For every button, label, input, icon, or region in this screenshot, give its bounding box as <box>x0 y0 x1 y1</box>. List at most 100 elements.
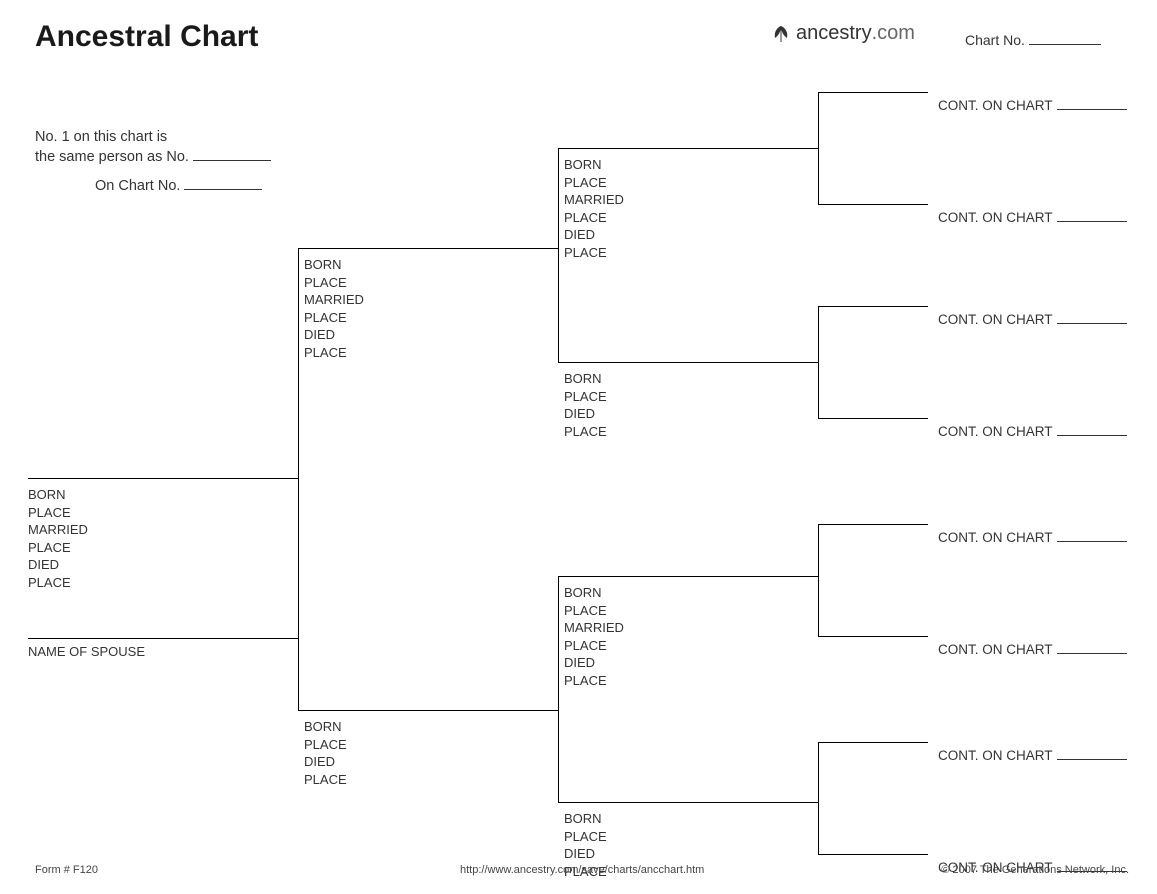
cont-blank[interactable] <box>1057 323 1127 324</box>
footer-form: Form # F120 <box>35 864 98 876</box>
cont-label: CONT. ON CHART <box>938 312 1053 327</box>
field-place: PLACE <box>564 244 624 262</box>
brand-logo: ancestry.com <box>770 22 915 45</box>
footer-copyright: © 2007 The Generations Network, Inc. <box>941 864 1129 876</box>
field-place: PLACE <box>304 771 347 789</box>
person5-fields: BORN PLACE DIED PLACE <box>564 370 607 440</box>
field-place: PLACE <box>304 309 364 327</box>
bracket-p4-top <box>818 92 928 93</box>
brand-text-2: .com <box>872 22 915 45</box>
field-place: PLACE <box>28 574 88 592</box>
cont-13: CONT. ON CHART <box>938 642 1127 657</box>
cont-blank[interactable] <box>1057 759 1127 760</box>
field-born: BORN <box>304 256 364 274</box>
spouse-label: NAME OF SPOUSE <box>28 644 145 659</box>
cont-blank[interactable] <box>1057 541 1127 542</box>
cont-11: CONT. ON CHART <box>938 424 1127 439</box>
person1-fields: BORN PLACE MARRIED PLACE DIED PLACE <box>28 486 88 591</box>
chart-number-label: Chart No. <box>965 32 1025 48</box>
field-place: PLACE <box>304 736 347 754</box>
bracket-p2-bot <box>558 362 818 363</box>
spouse-name-line[interactable] <box>28 638 298 639</box>
cont-label: CONT. ON CHART <box>938 748 1053 763</box>
bracket-gen1 <box>298 248 299 710</box>
footer-url: http://www.ancestry.com/save/charts/ancc… <box>460 864 704 876</box>
cont-label: CONT. ON CHART <box>938 642 1053 657</box>
bracket-p5-top <box>818 306 928 307</box>
cont-label: CONT. ON CHART <box>938 530 1053 545</box>
intro-line1: No. 1 on this chart is <box>35 128 271 148</box>
cont-12: CONT. ON CHART <box>938 530 1127 545</box>
intro-text: No. 1 on this chart is the same person a… <box>35 128 271 197</box>
field-married: MARRIED <box>564 619 624 637</box>
bracket-p6-top <box>818 524 928 525</box>
bracket-p7-bot <box>818 854 928 855</box>
field-died: DIED <box>304 753 347 771</box>
bracket-p3-bot <box>558 802 818 803</box>
intro-line3-prefix: On Chart No. <box>95 178 180 194</box>
bracket-p5-bot <box>818 418 928 419</box>
field-born: BORN <box>564 370 607 388</box>
field-born: BORN <box>564 156 624 174</box>
field-married: MARRIED <box>304 291 364 309</box>
field-place: PLACE <box>28 539 88 557</box>
bracket-gen1-top <box>298 248 558 249</box>
cont-blank[interactable] <box>1057 221 1127 222</box>
field-died: DIED <box>564 654 624 672</box>
person2-fields: BORN PLACE MARRIED PLACE DIED PLACE <box>304 256 364 361</box>
bracket-p7-top <box>818 742 928 743</box>
cont-label: CONT. ON CHART <box>938 424 1053 439</box>
chart-number-blank[interactable] <box>1029 44 1101 45</box>
person3-fields: BORN PLACE DIED PLACE <box>304 718 347 788</box>
brand-text-1: ancestry <box>796 22 872 45</box>
intro-chart-blank[interactable] <box>184 189 262 190</box>
intro-line3: On Chart No. <box>35 177 271 197</box>
field-married: MARRIED <box>28 521 88 539</box>
bracket-p6 <box>818 524 819 636</box>
cont-blank[interactable] <box>1057 435 1127 436</box>
field-place: PLACE <box>564 388 607 406</box>
cont-8: CONT. ON CHART <box>938 98 1127 113</box>
bracket-p4 <box>818 92 819 204</box>
bracket-p2 <box>558 148 559 362</box>
cont-blank[interactable] <box>1057 109 1127 110</box>
field-place: PLACE <box>564 828 607 846</box>
field-place: PLACE <box>564 672 624 690</box>
person4-fields: BORN PLACE MARRIED PLACE DIED PLACE <box>564 156 624 261</box>
field-died: DIED <box>28 556 88 574</box>
cont-label: CONT. ON CHART <box>938 98 1053 113</box>
field-place: PLACE <box>28 504 88 522</box>
field-died: DIED <box>564 405 607 423</box>
field-place: PLACE <box>564 602 624 620</box>
field-place: PLACE <box>304 274 364 292</box>
bracket-gen1-bot <box>298 710 558 711</box>
field-born: BORN <box>564 810 607 828</box>
field-born: BORN <box>28 486 88 504</box>
bracket-p2-top <box>558 148 818 149</box>
intro-person-blank[interactable] <box>193 160 271 161</box>
field-born: BORN <box>564 584 624 602</box>
field-place: PLACE <box>564 637 624 655</box>
bracket-p3-top <box>558 576 818 577</box>
page-title: Ancestral Chart <box>35 20 258 54</box>
field-born: BORN <box>304 718 347 736</box>
field-died: DIED <box>564 226 624 244</box>
leaf-icon <box>770 24 792 44</box>
bracket-p3 <box>558 576 559 802</box>
cont-label: CONT. ON CHART <box>938 210 1053 225</box>
bracket-p7 <box>818 742 819 854</box>
intro-line2-prefix: the same person as No. <box>35 149 189 165</box>
cont-10: CONT. ON CHART <box>938 312 1127 327</box>
field-place: PLACE <box>564 423 607 441</box>
bracket-p5 <box>818 306 819 418</box>
cont-14: CONT. ON CHART <box>938 748 1127 763</box>
field-place: PLACE <box>304 344 364 362</box>
person1-name-line[interactable] <box>28 478 298 479</box>
chart-number-field: Chart No. <box>965 32 1101 48</box>
cont-blank[interactable] <box>1057 653 1127 654</box>
bracket-p4-bot <box>818 204 928 205</box>
field-married: MARRIED <box>564 191 624 209</box>
field-place: PLACE <box>564 209 624 227</box>
field-place: PLACE <box>564 174 624 192</box>
field-died: DIED <box>304 326 364 344</box>
